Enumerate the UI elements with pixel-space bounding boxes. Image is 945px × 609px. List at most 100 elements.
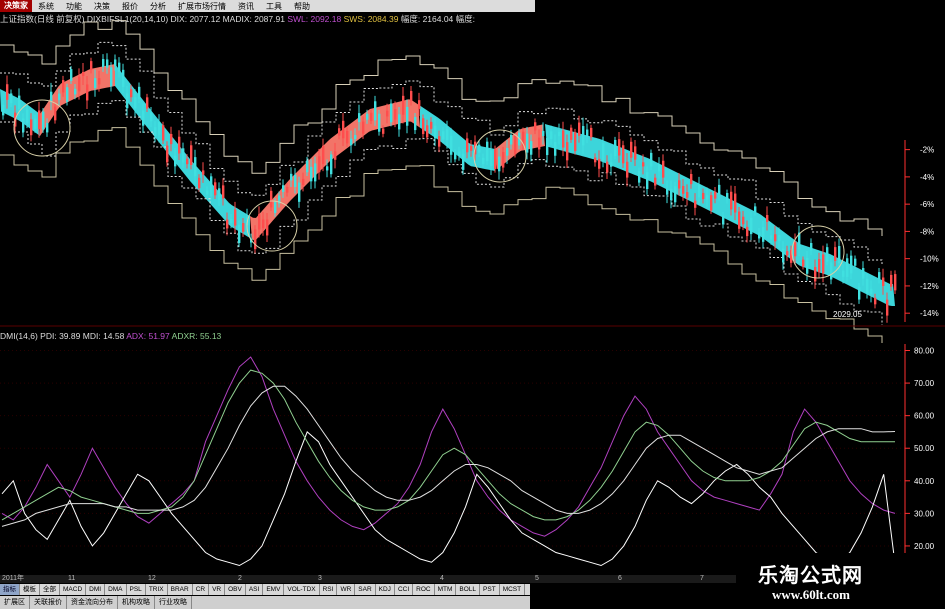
candle-body	[634, 146, 637, 160]
candle-body	[266, 219, 269, 236]
candle-body	[126, 93, 129, 109]
indicator-tabs: 指标 模板 全部 MACD DMI DMA PSL TRIX BRAR CR V…	[0, 584, 530, 595]
tab-mcst[interactable]: MCST	[500, 584, 526, 595]
candle-body	[782, 248, 785, 263]
tab-asi[interactable]: ASI	[246, 584, 264, 595]
candle-body	[118, 62, 121, 72]
bottom-subtabs: 扩展区 关联报价 资金流向分布 机构攻略 行业攻略	[0, 596, 530, 609]
subtab-industry[interactable]: 行业攻略	[155, 596, 192, 609]
tab-kdj[interactable]: KDJ	[376, 584, 395, 595]
candle-body	[354, 135, 357, 140]
tab-wr[interactable]: WR	[337, 584, 356, 595]
candle-body	[702, 192, 705, 200]
tab-rsi[interactable]: RSI	[320, 584, 338, 595]
tab-cci[interactable]: CCI	[395, 584, 414, 595]
candle-body	[494, 149, 497, 169]
candle-body	[758, 232, 761, 239]
subtab-extended[interactable]: 扩展区	[0, 596, 30, 609]
candle-body	[386, 110, 389, 117]
date-tick: 3	[318, 575, 322, 582]
candle-body	[570, 127, 573, 140]
sws-value: 2084.39	[367, 14, 399, 24]
candle-body	[282, 185, 285, 192]
date-tick: 5	[535, 575, 539, 582]
tab-obv[interactable]: OBV	[225, 584, 246, 595]
tab-cr[interactable]: CR	[193, 584, 210, 595]
main-indicator-bar: 上证指数(日线 前复权) DIXBIFSL1(20,14,10) DIX: 20…	[0, 12, 535, 26]
candle-body	[318, 156, 321, 173]
tab-sar[interactable]: SAR	[355, 584, 376, 595]
tab-indicator[interactable]: 指标	[0, 584, 20, 595]
menu-item-analysis[interactable]: 分析	[150, 1, 166, 12]
tab-pst[interactable]: PST	[480, 584, 500, 595]
main-axis-label: -14%	[920, 309, 939, 318]
candle-body	[670, 188, 673, 201]
chart-title: 上证指数(日线 前复权)	[0, 14, 85, 24]
candle-body	[242, 223, 245, 232]
candle-body	[254, 229, 257, 250]
candle-body	[274, 201, 277, 213]
candle-body	[594, 157, 597, 163]
candle-body	[330, 154, 333, 175]
candle-body	[142, 110, 145, 126]
menu-item-quote[interactable]: 报价	[122, 1, 138, 12]
tab-vol-tdx[interactable]: VOL-TDX	[284, 584, 320, 595]
tab-macd[interactable]: MACD	[60, 584, 87, 595]
candle-body	[534, 122, 537, 131]
tab-template[interactable]: 模板	[20, 584, 40, 595]
candle-body	[870, 288, 873, 295]
tab-emv[interactable]: EMV	[263, 584, 285, 595]
candle-body	[374, 101, 377, 121]
dmi-panel-grid	[0, 350, 905, 547]
candle-body	[10, 93, 13, 104]
candle-body	[158, 121, 161, 135]
tab-trix[interactable]: TRIX	[146, 584, 168, 595]
candle-body	[294, 174, 297, 187]
menu-item-system[interactable]: 系统	[38, 1, 54, 12]
candle-body	[682, 185, 685, 194]
subtab-related-quotes[interactable]: 关联报价	[30, 596, 67, 609]
candle-body	[486, 141, 489, 162]
tab-roc[interactable]: ROC	[413, 584, 435, 595]
subtab-fund-flow[interactable]: 资金流向分布	[67, 596, 118, 609]
candle-body	[358, 113, 361, 123]
candle-body	[814, 267, 817, 282]
candle-body	[402, 95, 405, 115]
candle-body	[370, 112, 373, 122]
tab-mtm[interactable]: MTM	[435, 584, 457, 595]
menu-item-function[interactable]: 功能	[66, 1, 82, 12]
menu-item-help[interactable]: 帮助	[294, 1, 310, 12]
menu-item-extended-market[interactable]: 扩展市场行情	[178, 1, 226, 12]
menu-item-decision[interactable]: 决策	[94, 1, 110, 12]
tab-boll[interactable]: BOLL	[456, 584, 481, 595]
candle-body	[154, 127, 157, 137]
tab-dma[interactable]: DMA	[105, 584, 127, 595]
candle-body	[550, 131, 553, 139]
candle-body	[630, 141, 633, 158]
tab-brar[interactable]: BRAR	[168, 584, 193, 595]
candle-body	[22, 118, 25, 133]
candle-body	[226, 219, 229, 229]
subtab-institution[interactable]: 机构攻略	[118, 596, 155, 609]
main-axis-label: -10%	[920, 255, 939, 264]
watermark-url: www.60lt.com	[772, 587, 850, 602]
candle-body	[406, 106, 409, 126]
tab-all[interactable]: 全部	[40, 584, 60, 595]
candle-body	[238, 224, 241, 243]
menu-item-tools[interactable]: 工具	[266, 1, 282, 12]
candle-body	[498, 156, 501, 172]
dmi-axis-label: 80.00	[914, 347, 935, 356]
candle-body	[710, 195, 713, 211]
menu-item-news[interactable]: 资讯	[238, 1, 254, 12]
candle-body	[150, 112, 153, 122]
madix-value: 2087.91	[254, 14, 285, 24]
madix-label: MADIX:	[222, 14, 252, 24]
candle-body	[530, 141, 533, 155]
candle-body	[262, 219, 265, 229]
dmi-axis-label: 70.00	[914, 379, 935, 388]
tab-psl[interactable]: PSL	[127, 584, 146, 595]
candle-body	[894, 274, 897, 291]
tab-dmi[interactable]: DMI	[86, 584, 106, 595]
tab-vr[interactable]: VR	[209, 584, 226, 595]
candle-body	[606, 161, 609, 173]
